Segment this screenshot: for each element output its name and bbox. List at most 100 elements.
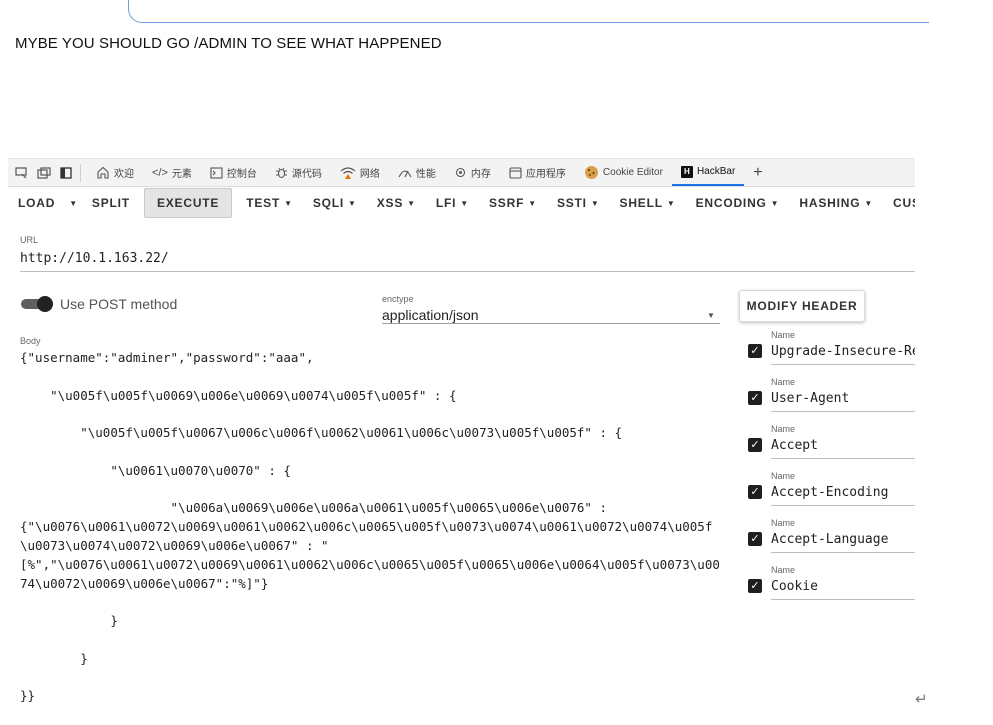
split-label: SPLIT	[91, 196, 130, 210]
post-method-toggle[interactable]	[21, 296, 53, 312]
execute-label: EXECUTE	[156, 196, 220, 210]
tab-label: Cookie Editor	[602, 167, 663, 178]
add-tab-button[interactable]: +	[744, 159, 771, 186]
hashing-label: HASHING	[799, 196, 861, 210]
ssti-menu-button[interactable]: SSTI ▼	[547, 189, 610, 217]
lfi-label: LFI	[435, 196, 457, 210]
custom-label: CUST	[893, 196, 915, 210]
ssrf-menu-button[interactable]: SSRF ▼	[479, 189, 547, 217]
header-row: ✓ Name User-Agent	[748, 377, 915, 423]
tab-label: 元素	[171, 169, 192, 180]
tab-memory[interactable]: 内存	[445, 159, 500, 186]
lfi-menu-button[interactable]: LFI ▼	[426, 189, 479, 217]
header-checkbox[interactable]: ✓	[748, 391, 762, 405]
header-name-label: Name	[771, 330, 796, 340]
execute-button[interactable]: EXECUTE	[143, 188, 233, 218]
tab-label: 控制台	[226, 169, 257, 180]
header-row: ✓ Name Cookie	[748, 565, 915, 611]
header-name-input[interactable]: Accept-Encoding	[771, 485, 915, 500]
caret-down-icon: ▼	[528, 198, 537, 208]
header-name-input[interactable]: Accept-Language	[771, 532, 915, 547]
ssti-label: SSTI	[556, 196, 587, 210]
xss-menu-button[interactable]: XSS ▼	[367, 189, 426, 217]
encoding-menu-button[interactable]: ENCODING ▼	[686, 189, 790, 217]
home-icon	[97, 166, 109, 179]
test-menu-button[interactable]: TEST ▼	[236, 189, 303, 217]
shell-menu-button[interactable]: SHELL ▼	[610, 189, 686, 217]
cookie-icon	[584, 166, 598, 179]
caret-down-icon: ▼	[284, 198, 293, 208]
header-row: ✓ Name Accept	[748, 424, 915, 470]
tab-welcome[interactable]: 欢迎	[87, 159, 143, 186]
header-row: ✓ Name Accept-Language	[748, 518, 915, 564]
tab-label: 内存	[470, 169, 491, 180]
post-method-label: Use POST method	[60, 296, 178, 312]
devtools-tab-bar: 欢迎 </> 元素 控制台 源代码 网络 性能 内存 应用程序 Cookie E…	[8, 159, 915, 187]
caret-down-icon: ▼	[348, 198, 357, 208]
tab-console[interactable]: 控制台	[201, 159, 266, 186]
header-name-label: Name	[771, 565, 796, 575]
ssrf-label: SSRF	[489, 196, 525, 210]
url-input[interactable]: http://10.1.163.22/	[20, 251, 169, 266]
header-name-input[interactable]: Upgrade-Insecure-Requests	[771, 344, 915, 359]
tab-performance[interactable]: 性能	[389, 159, 445, 186]
wifi-warning-icon	[340, 167, 356, 179]
header-checkbox[interactable]: ✓	[748, 485, 762, 499]
header-name-label: Name	[771, 471, 796, 481]
dropdown-arrow-icon[interactable]: ▼	[707, 311, 715, 320]
header-name-input[interactable]: Accept	[771, 438, 915, 453]
tab-cookie-editor[interactable]: Cookie Editor	[575, 159, 672, 186]
hashing-menu-button[interactable]: HASHING ▼	[789, 189, 883, 217]
caret-down-icon: ▼	[666, 198, 676, 208]
caret-down-icon: ▼	[69, 198, 78, 208]
test-label: TEST	[246, 196, 281, 210]
tab-label: 源代码	[291, 169, 322, 180]
device-toolbar-icon[interactable]	[14, 165, 30, 181]
tab-label: 网络	[359, 169, 380, 180]
inspect-icon[interactable]	[36, 165, 52, 181]
caret-down-icon: ▼	[864, 198, 874, 208]
tab-sources[interactable]: 源代码	[266, 159, 331, 186]
header-row: ✓ Name Upgrade-Insecure-Requests	[748, 330, 915, 376]
caret-down-icon: ▼	[770, 198, 780, 208]
split-button[interactable]: SPLIT	[82, 189, 140, 217]
tab-label: 应用程序	[525, 169, 566, 180]
caret-down-icon: ▼	[590, 198, 600, 208]
header-checkbox[interactable]: ✓	[748, 579, 762, 593]
shell-label: SHELL	[619, 196, 663, 210]
header-name-label: Name	[771, 377, 796, 387]
header-name-label: Name	[771, 518, 796, 528]
tab-application[interactable]: 应用程序	[500, 159, 575, 186]
caret-down-icon: ▼	[460, 198, 469, 208]
load-dropdown-button[interactable]: ▼	[65, 189, 82, 217]
hackbar-toolbar: LOAD ▼ SPLIT EXECUTE TEST ▼ SQLI ▼ XSS ▼ LF…	[8, 187, 915, 219]
load-label: LOAD	[18, 196, 56, 210]
load-button[interactable]: LOAD	[8, 189, 65, 217]
header-row: ✓ Name Accept-Encoding	[748, 471, 915, 517]
encoding-label: ENCODING	[695, 196, 767, 210]
tab-label: HackBar	[696, 166, 736, 177]
custom-menu-button[interactable]: CUST	[883, 189, 915, 217]
memory-icon	[455, 167, 465, 178]
address-bar-strip	[0, 0, 929, 24]
sqli-label: SQLI	[312, 196, 345, 210]
bug-icon	[275, 167, 287, 179]
tab-network[interactable]: 网络	[331, 159, 389, 186]
body-textarea[interactable]: {"username":"adminer","password":"aaa", …	[20, 349, 725, 706]
enctype-underline	[382, 323, 720, 324]
header-name-label: Name	[771, 424, 796, 434]
sidebar-toggle-icon[interactable]	[58, 165, 74, 181]
sqli-menu-button[interactable]: SQLI ▼	[303, 189, 367, 217]
header-checkbox[interactable]: ✓	[748, 438, 762, 452]
header-name-input[interactable]: User-Agent	[771, 391, 915, 406]
header-name-input[interactable]: Cookie	[771, 579, 915, 594]
modify-header-button[interactable]: MODIFY HEADER	[739, 290, 865, 322]
url-underline	[20, 271, 915, 272]
tab-label: 性能	[415, 169, 436, 180]
enctype-select[interactable]: application/json	[382, 307, 479, 323]
tab-hackbar[interactable]: H HackBar	[671, 159, 745, 186]
header-checkbox[interactable]: ✓	[748, 532, 762, 546]
body-label: Body	[20, 336, 41, 346]
tab-elements[interactable]: </> 元素	[143, 159, 201, 186]
header-checkbox[interactable]: ✓	[748, 344, 762, 358]
